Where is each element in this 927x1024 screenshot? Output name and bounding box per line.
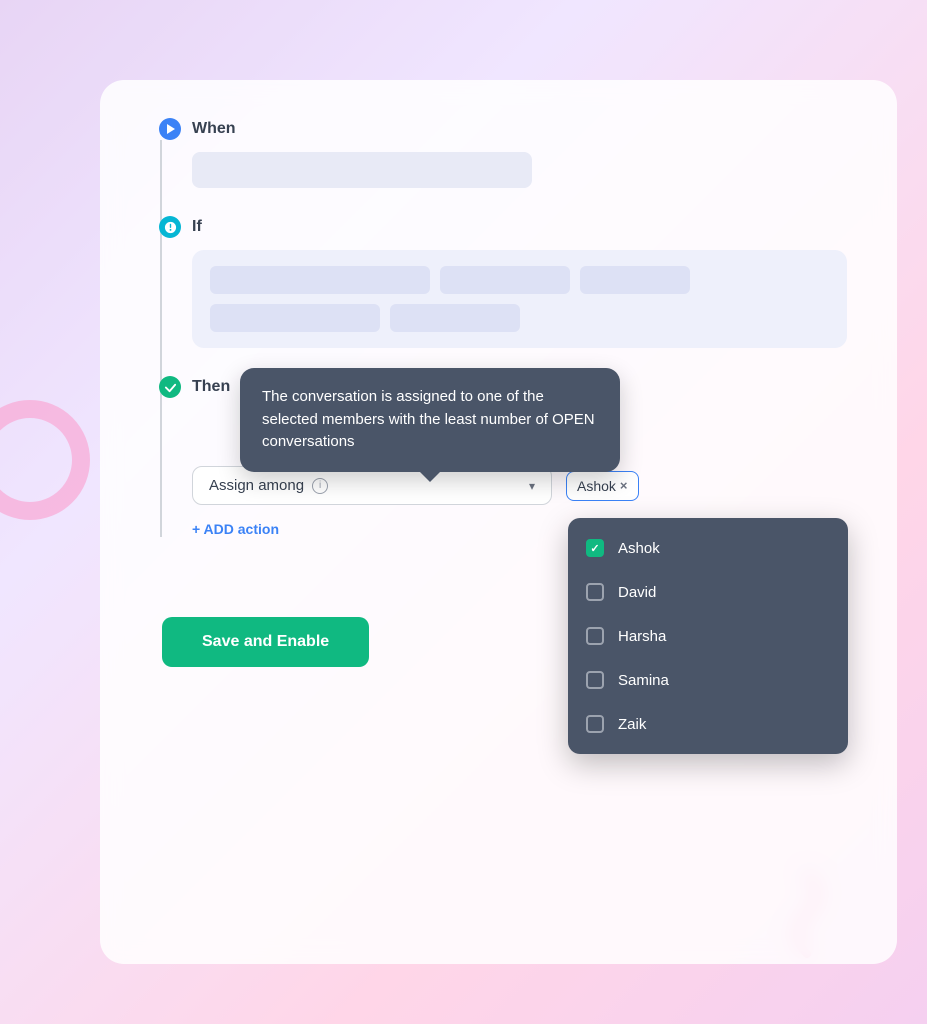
tag-ashok-label: Ashok [577, 478, 616, 494]
timeline-line [160, 140, 162, 537]
timeline: When If [150, 120, 847, 537]
decorative-circle [0, 400, 90, 520]
action-row: Assign among i ▾ Ashok × Asho [192, 466, 847, 505]
dropdown-item-david[interactable]: David [568, 570, 848, 614]
checkbox-zaik[interactable] [586, 715, 604, 733]
checkbox-david[interactable] [586, 583, 604, 601]
then-section: Then The conversation is assigned to one… [180, 378, 847, 537]
when-bar [192, 152, 532, 188]
if-section: If [180, 218, 847, 348]
save-enable-button[interactable]: Save and Enable [162, 617, 369, 667]
selected-tag-ashok: Ashok × [577, 478, 628, 494]
when-label: When [192, 120, 236, 138]
then-label: Then [192, 378, 230, 396]
tooltip-text: The conversation is assigned to one of t… [262, 388, 595, 450]
chevron-down-icon: ▾ [529, 479, 535, 493]
assign-label: Assign among [209, 477, 304, 494]
if-label: If [192, 218, 202, 236]
dropdown-harsha-label: Harsha [618, 628, 666, 645]
dropdown-zaik-label: Zaik [618, 716, 646, 733]
checkbox-harsha[interactable] [586, 627, 604, 645]
dropdown-list: Ashok David Harsha Samina [568, 518, 848, 754]
dropdown-david-label: David [618, 584, 656, 601]
assign-dropdown-label: Assign among i [209, 477, 328, 494]
when-icon [159, 118, 181, 140]
tag-close-button[interactable]: × [620, 478, 628, 493]
checkbox-ashok[interactable] [586, 539, 604, 557]
if-pill-4 [210, 304, 380, 332]
dropdown-item-samina[interactable]: Samina [568, 658, 848, 702]
if-pill-5 [390, 304, 520, 332]
when-section: When [180, 120, 847, 188]
main-card: When If [100, 80, 897, 964]
if-block [192, 250, 847, 348]
then-icon [159, 376, 181, 398]
if-pill-3 [580, 266, 690, 294]
dropdown-samina-label: Samina [618, 672, 669, 689]
tooltip-bubble: The conversation is assigned to one of t… [240, 368, 620, 472]
if-pill-1 [210, 266, 430, 294]
checkbox-samina[interactable] [586, 671, 604, 689]
info-icon: i [312, 478, 328, 494]
dropdown-item-ashok[interactable]: Ashok [568, 526, 848, 570]
dropdown-item-harsha[interactable]: Harsha [568, 614, 848, 658]
assign-dropdown[interactable]: Assign among i ▾ [192, 466, 552, 505]
if-pill-2 [440, 266, 570, 294]
tag-input[interactable]: Ashok × [566, 471, 639, 501]
dropdown-ashok-label: Ashok [618, 540, 660, 557]
dropdown-item-zaik[interactable]: Zaik [568, 702, 848, 746]
if-icon [159, 216, 181, 238]
